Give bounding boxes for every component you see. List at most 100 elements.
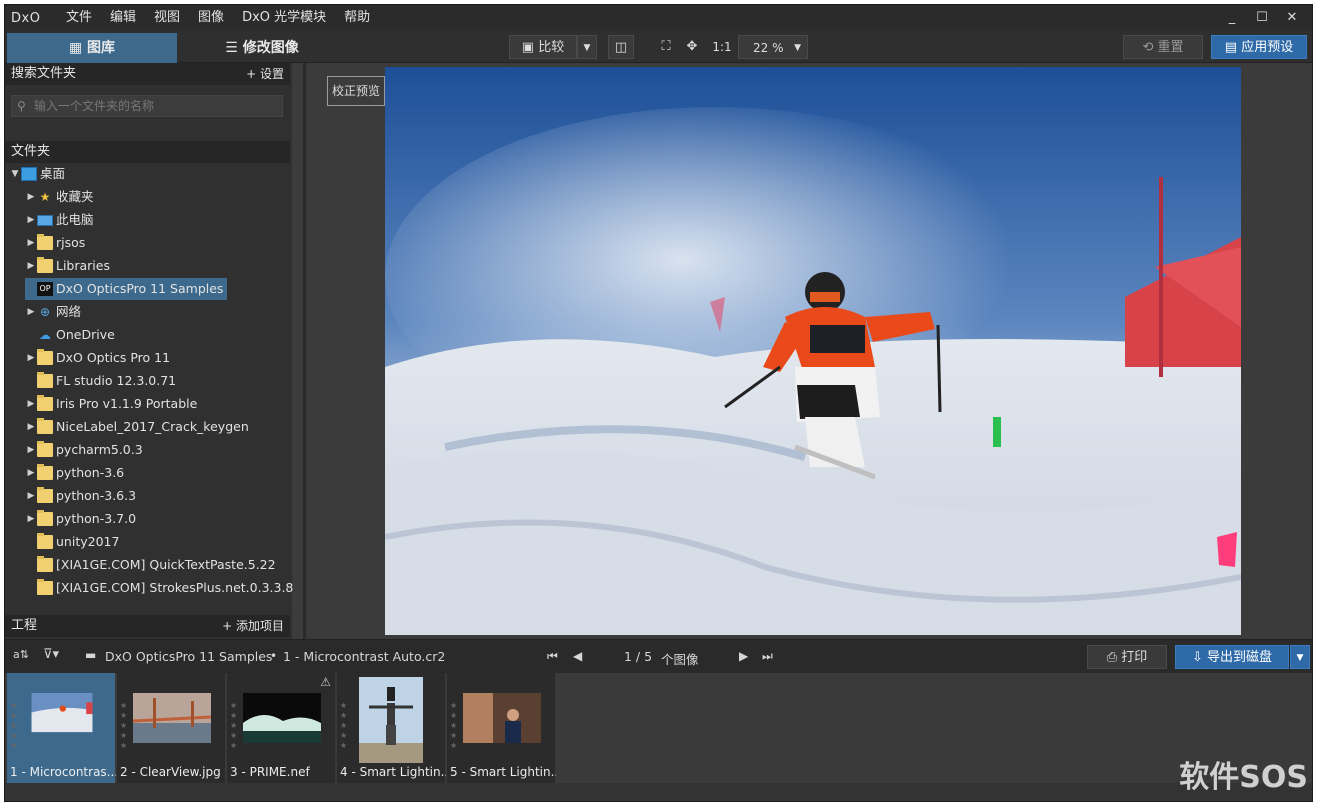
first-image-icon[interactable]: ⏮ [547, 649, 558, 664]
tree-item[interactable]: ▶ python-3.6 [25, 462, 128, 484]
tree-item[interactable]: ▶ 此电脑 [25, 209, 98, 231]
side-by-side-button[interactable]: ◫ [608, 35, 634, 59]
chevron-right-icon[interactable]: ▶ [25, 232, 37, 254]
chevron-right-icon[interactable]: ▶ [25, 508, 37, 530]
folder-icon: ▬ [85, 648, 97, 662]
thumbnail-image [133, 693, 211, 743]
chevron-right-icon[interactable]: ▶ [25, 393, 37, 415]
search-folder-title: 搜索文件夹 [11, 66, 77, 81]
tree-item[interactable]: ▶ DxO Optics Pro 11 [25, 347, 174, 369]
folder-icon [37, 441, 53, 457]
tree-item[interactable]: OP DxO OpticsPro 11 Samples [25, 278, 228, 300]
menu-view[interactable]: 视图 [145, 5, 189, 31]
folder-icon [37, 395, 53, 411]
reset-button[interactable]: ⟲ 重置 [1123, 35, 1203, 59]
prev-image-icon[interactable]: ◀ [573, 649, 582, 663]
close-button[interactable]: ✕ [1277, 5, 1307, 31]
rating-stars[interactable]: ★ ★ ★ ★ ★ [340, 701, 350, 751]
left-panel-scrollbar[interactable] [293, 63, 303, 639]
filmstrip-scrollbar[interactable] [5, 783, 1312, 801]
compare-dropdown[interactable]: ▼ [577, 35, 597, 59]
pc-icon [37, 214, 53, 226]
folder-icon [37, 234, 53, 250]
maximize-button[interactable]: ☐ [1247, 5, 1277, 31]
print-button[interactable]: ⎙ 打印 [1087, 645, 1167, 669]
zoom-1-1-button[interactable]: 1:1 [709, 35, 735, 59]
chevron-down-icon[interactable]: ▼ [9, 163, 21, 185]
tree-item[interactable]: ▶ pycharm5.0.3 [25, 439, 147, 461]
main-photo [385, 67, 1241, 635]
tree-item[interactable]: ▶ python-3.6.3 [25, 485, 140, 507]
last-image-icon[interactable]: ⏭ [762, 649, 773, 664]
filter-icon[interactable]: ⊽▾ [43, 647, 59, 662]
export-dropdown[interactable]: ▼ [1290, 645, 1310, 669]
thumbnail-2[interactable]: ★ ★ ★ ★ ★ 2 - ClearView.jpg [117, 673, 226, 783]
main-toolbar: ▦ 图库 ☰ 修改图像 ▣ 比较 ▼ ◫ ⛶ ✥ 1:1 22 % ▼ ⟲ 重置 … [5, 31, 1312, 63]
folder-icon [37, 487, 53, 503]
menu-edit[interactable]: 编辑 [101, 5, 145, 31]
compare-label: 比较 [538, 40, 565, 55]
thumbnail-5[interactable]: ★ ★ ★ ★ ★ 5 - Smart Lightin... [447, 673, 556, 783]
tree-item-label: 桌面 [40, 166, 66, 181]
next-image-icon[interactable]: ▶ [739, 649, 748, 663]
chevron-down-icon: ▼ [794, 43, 801, 53]
menu-optics-modules[interactable]: DxO 光学模块 [233, 5, 335, 31]
path-folder[interactable]: DxO OpticsPro 11 Samples [105, 649, 272, 664]
tree-item[interactable]: ▶ Iris Pro v1.1.9 Portable [25, 393, 201, 415]
compare-button[interactable]: ▣ 比较 [509, 35, 577, 59]
chevron-right-icon[interactable]: ▶ [25, 485, 37, 507]
tree-item[interactable]: ▶ python-3.7.0 [25, 508, 140, 530]
tree-item[interactable]: unity2017 [25, 531, 123, 553]
chevron-right-icon[interactable]: ▶ [25, 462, 37, 484]
zoom-select[interactable]: 22 % ▼ [738, 35, 808, 59]
rating-stars[interactable]: ★ ★ ★ ★ ★ [10, 701, 20, 751]
thumbnail-4[interactable]: ★ ★ ★ ★ ★ 4 - Smart Lightin... [337, 673, 446, 783]
folder-icon [37, 257, 53, 273]
tree-item[interactable]: ▶ NiceLabel_2017_Crack_keygen [25, 416, 253, 438]
image-viewer: 校正预览 [306, 63, 1312, 637]
tree-item-label: Iris Pro v1.1.9 Portable [56, 396, 198, 411]
thumbnail-3[interactable]: ★ ★ ★ ★ ★ ⚠ 3 - PRIME.nef [227, 673, 336, 783]
move-button[interactable]: ✥ [681, 35, 703, 59]
tree-item[interactable]: ▶ ⊕ 网络 [25, 301, 85, 323]
tree-item[interactable]: ▶ rjsos [25, 232, 89, 254]
chevron-right-icon[interactable]: ▶ [25, 439, 37, 461]
tree-item[interactable]: ▶ Libraries [25, 255, 114, 277]
tree-item[interactable]: [XIA1GE.COM] StrokesPlus.net.0.3.3.8 [25, 577, 297, 599]
side-by-side-icon: ◫ [614, 40, 628, 55]
settings-link[interactable]: + 设置 [246, 63, 284, 85]
dxo-logo: DxO [11, 10, 41, 26]
chevron-right-icon[interactable]: ▶ [25, 301, 37, 323]
chevron-right-icon[interactable]: ▶ [25, 186, 37, 208]
menu-image[interactable]: 图像 [189, 5, 233, 31]
chevron-right-icon[interactable]: ▶ [25, 416, 37, 438]
chevron-right-icon[interactable]: ▶ [25, 255, 37, 277]
rating-stars[interactable]: ★ ★ ★ ★ ★ [450, 701, 460, 751]
tree-item[interactable]: FL studio 12.3.0.71 [25, 370, 180, 392]
menu-help[interactable]: 帮助 [335, 5, 379, 31]
tree-item[interactable]: ▶ ★ 收藏夹 [25, 186, 98, 208]
tree-item[interactable]: ▼ 桌面 [9, 163, 69, 185]
image-count-label: 个图像 [661, 652, 699, 667]
rating-stars[interactable]: ★ ★ ★ ★ ★ [120, 701, 130, 751]
chevron-right-icon[interactable]: ▶ [25, 209, 37, 231]
chevron-down-icon: ▼ [1296, 653, 1304, 663]
tree-item[interactable]: [XIA1GE.COM] QuickTextPaste.5.22 [25, 554, 280, 576]
tab-customize[interactable]: ☰ 修改图像 [177, 33, 347, 63]
apply-preset-button[interactable]: ▤ 应用预设 [1211, 35, 1307, 59]
correction-preview-badge[interactable]: 校正预览 [327, 76, 385, 106]
tree-item[interactable]: ☁ OneDrive [25, 324, 119, 346]
folder-search-input[interactable]: ⚲ 输入一个文件夹的名称 [11, 95, 283, 117]
sort-icon[interactable]: a⇅ [13, 648, 29, 661]
add-project-link[interactable]: + 添加项目 [222, 615, 284, 637]
fit-screen-button[interactable]: ⛶ [655, 35, 677, 59]
thumbnail-1[interactable]: ★ ★ ★ ★ ★ 1 - Microcontras... [7, 673, 116, 783]
minimize-button[interactable]: _ [1217, 5, 1247, 31]
rating-stars[interactable]: ★ ★ ★ ★ ★ [230, 701, 240, 751]
thumbnail-caption: 5 - Smart Lightin... [450, 765, 556, 779]
tree-item-label: DxO Optics Pro 11 [56, 350, 171, 365]
tab-library[interactable]: ▦ 图库 [7, 33, 177, 63]
export-to-disk-button[interactable]: ⇩ 导出到磁盘 [1175, 645, 1289, 669]
menu-file[interactable]: 文件 [57, 5, 101, 31]
chevron-right-icon[interactable]: ▶ [25, 347, 37, 369]
